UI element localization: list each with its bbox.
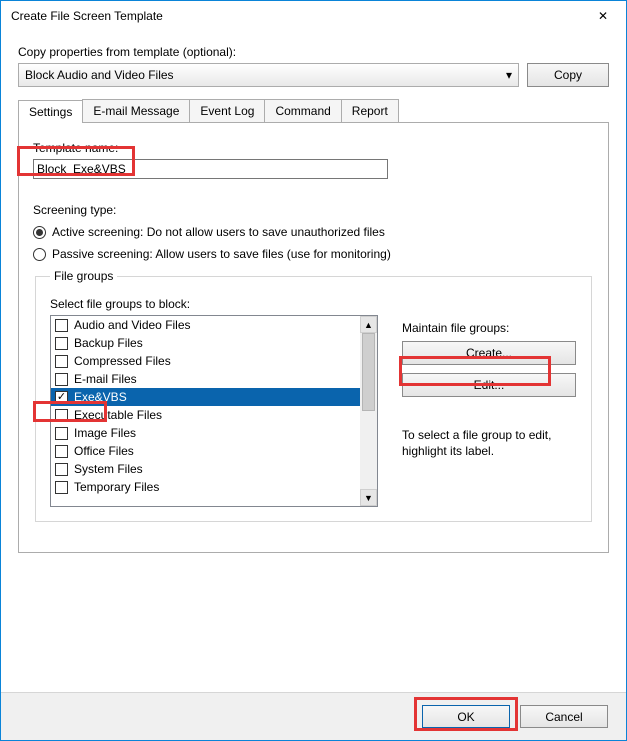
maintain-label: Maintain file groups: <box>402 321 577 335</box>
dialog-content: Copy properties from template (optional)… <box>1 31 626 553</box>
active-screening-label: Active screening: Do not allow users to … <box>52 225 385 239</box>
dialog-footer: OK Cancel <box>1 692 626 740</box>
tab-strip: Settings E-mail Message Event Log Comman… <box>18 99 609 123</box>
file-groups-legend: File groups <box>50 269 117 283</box>
passive-screening-label: Passive screening: Allow users to save f… <box>52 247 391 261</box>
list-item[interactable]: Executable Files <box>51 406 360 424</box>
file-groups-listbox[interactable]: Audio and Video Files Backup Files Compres… <box>50 315 378 507</box>
list-item[interactable]: Audio and Video Files <box>51 316 360 334</box>
checkbox-icon[interactable] <box>55 481 68 494</box>
scroll-track[interactable] <box>360 333 377 489</box>
list-item[interactable]: Temporary Files <box>51 478 360 496</box>
select-file-groups-label: Select file groups to block: <box>50 297 577 311</box>
dropdown-value: Block Audio and Video Files <box>25 68 174 82</box>
checkbox-icon[interactable] <box>55 427 68 440</box>
checkbox-icon[interactable] <box>55 355 68 368</box>
tab-email[interactable]: E-mail Message <box>82 99 190 122</box>
create-button[interactable]: Create... <box>402 341 576 365</box>
list-item[interactable]: Compressed Files <box>51 352 360 370</box>
cancel-button[interactable]: Cancel <box>520 705 608 728</box>
checkbox-icon[interactable] <box>55 409 68 422</box>
passive-screening-radio[interactable]: Passive screening: Allow users to save f… <box>33 247 594 261</box>
tab-settings[interactable]: Settings <box>18 100 83 123</box>
list-item[interactable]: ✓ Exe&VBS <box>51 388 360 406</box>
edit-button[interactable]: Edit... <box>402 373 576 397</box>
close-icon: ✕ <box>598 9 608 23</box>
checkbox-icon[interactable] <box>55 463 68 476</box>
copy-from-label: Copy properties from template (optional)… <box>18 45 609 59</box>
template-name-input[interactable] <box>33 159 388 179</box>
list-item-label: Backup Files <box>74 336 143 350</box>
list-item-label: System Files <box>74 462 143 476</box>
checkbox-icon[interactable] <box>55 445 68 458</box>
radio-icon <box>33 248 46 261</box>
scroll-down-icon[interactable]: ▼ <box>360 489 377 506</box>
list-item-label: Executable Files <box>74 408 162 422</box>
copy-button[interactable]: Copy <box>527 63 609 87</box>
tab-panel-settings: Template name: Screening type: Active sc… <box>18 123 609 553</box>
list-item[interactable]: Image Files <box>51 424 360 442</box>
scroll-thumb[interactable] <box>362 333 375 411</box>
list-item[interactable]: E-mail Files <box>51 370 360 388</box>
titlebar: Create File Screen Template ✕ <box>1 1 626 31</box>
checkbox-icon[interactable] <box>55 373 68 386</box>
file-groups-fieldset: File groups Select file groups to block:… <box>35 269 592 522</box>
tab-report[interactable]: Report <box>341 99 399 122</box>
scroll-up-icon[interactable]: ▲ <box>360 316 377 333</box>
list-item-label: E-mail Files <box>74 372 137 386</box>
tab-eventlog[interactable]: Event Log <box>189 99 265 122</box>
ok-button[interactable]: OK <box>422 705 510 728</box>
list-item-label: Compressed Files <box>74 354 171 368</box>
window-title: Create File Screen Template <box>11 9 163 23</box>
tab-command[interactable]: Command <box>264 99 341 122</box>
template-dropdown[interactable]: Block Audio and Video Files ▾ <box>18 63 519 87</box>
close-button[interactable]: ✕ <box>580 1 626 31</box>
active-screening-radio[interactable]: Active screening: Do not allow users to … <box>33 225 594 239</box>
list-item[interactable]: System Files <box>51 460 360 478</box>
list-item-label: Audio and Video Files <box>74 318 191 332</box>
list-item-label: Exe&VBS <box>74 390 127 404</box>
checkbox-icon[interactable]: ✓ <box>55 391 68 404</box>
list-item[interactable]: Office Files <box>51 442 360 460</box>
radio-icon <box>33 226 46 239</box>
template-name-label: Template name: <box>33 141 594 155</box>
list-item-label: Office Files <box>74 444 134 458</box>
file-groups-help: To select a file group to edit, highligh… <box>402 427 577 459</box>
list-item-label: Image Files <box>74 426 136 440</box>
checkbox-icon[interactable] <box>55 319 68 332</box>
chevron-down-icon: ▾ <box>506 68 512 82</box>
scrollbar[interactable]: ▲ ▼ <box>360 316 377 506</box>
list-item[interactable]: Backup Files <box>51 334 360 352</box>
checkbox-icon[interactable] <box>55 337 68 350</box>
list-item-label: Temporary Files <box>74 480 159 494</box>
screening-type-label: Screening type: <box>33 203 594 217</box>
